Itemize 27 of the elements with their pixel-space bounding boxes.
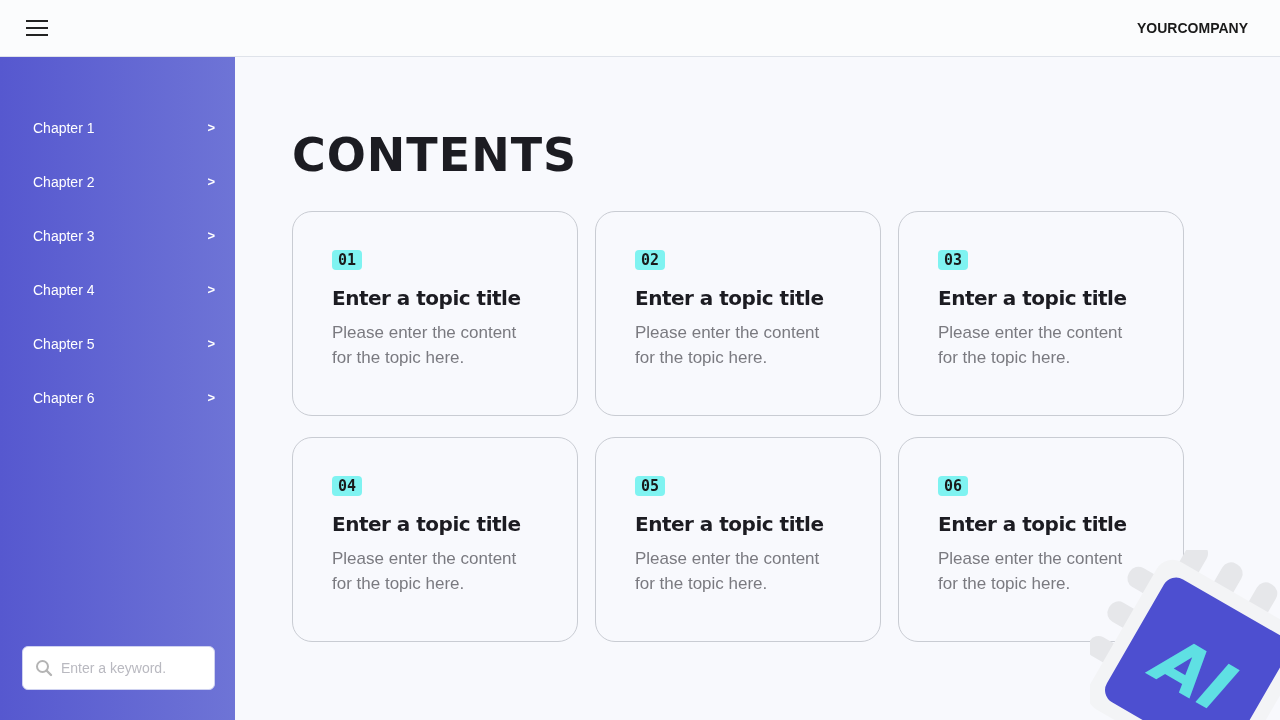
- topic-number: 01: [332, 250, 363, 270]
- topic-description: Please enter the content for the topic here.: [635, 548, 821, 595]
- sidebar-item[interactable]: Chapter 2 >: [22, 171, 215, 193]
- topic-title: Enter a topic title: [332, 286, 521, 310]
- company-name: YOURCOMPANY: [1137, 20, 1248, 36]
- topic-number: 06: [938, 476, 969, 496]
- topic-description: Please enter the content for the topic here.: [332, 322, 518, 369]
- topic-number: 03: [938, 250, 969, 270]
- topic-description: Please enter the content for the topic here.: [938, 322, 1124, 369]
- topic-number: 04: [332, 476, 363, 496]
- topic-number: 02: [635, 250, 666, 270]
- sidebar-item[interactable]: Chapter 4 >: [22, 279, 215, 301]
- sidebar-item[interactable]: Chapter 5 >: [22, 333, 215, 355]
- topic-description: Please enter the content for the topic here.: [635, 322, 821, 369]
- topic-title: Enter a topic title: [938, 512, 1127, 536]
- search-field[interactable]: Enter a keyword.: [22, 646, 215, 690]
- sidebar-item[interactable]: Chapter 3 >: [22, 225, 215, 247]
- topic-title: Enter a topic title: [332, 512, 521, 536]
- topic-description: Please enter the content for the topic here.: [332, 548, 518, 595]
- topic-number: 05: [635, 476, 666, 496]
- page-title: CONTENTS: [292, 127, 579, 183]
- topic-title: Enter a topic title: [938, 286, 1127, 310]
- sidebar-item[interactable]: Chapter 6 >: [22, 387, 215, 409]
- sidebar-item[interactable]: Chapter 1 >: [22, 117, 215, 139]
- topic-title: Enter a topic title: [635, 286, 824, 310]
- topic-title: Enter a topic title: [635, 512, 824, 536]
- menu-icon[interactable]: [26, 19, 48, 37]
